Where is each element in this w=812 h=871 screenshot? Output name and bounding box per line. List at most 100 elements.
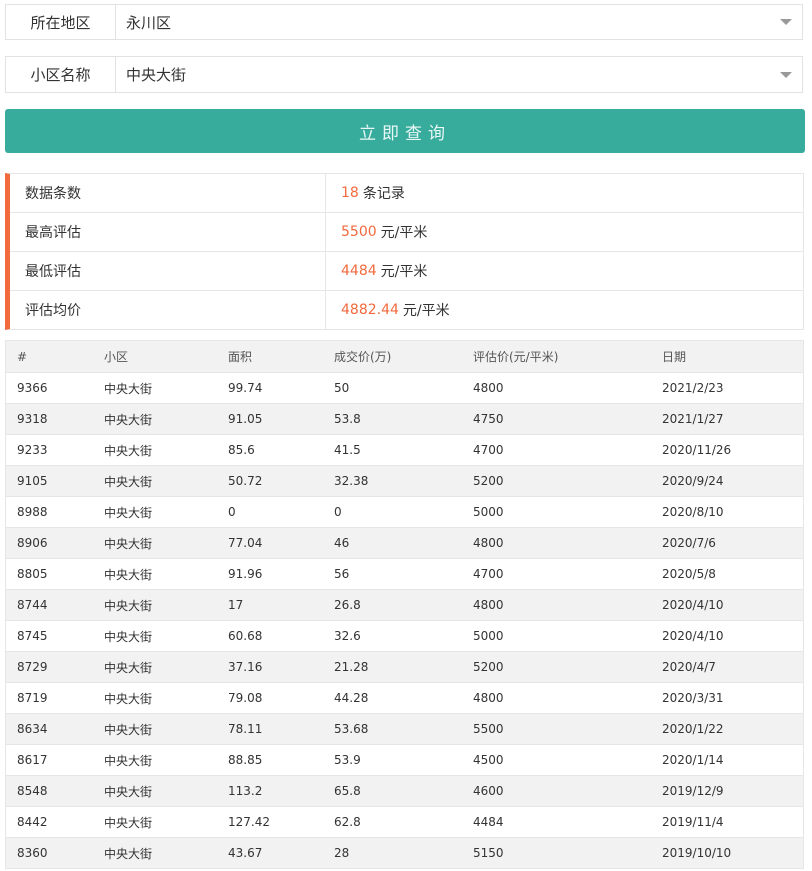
summary-value: 4484 元/平米 [326,252,803,290]
table-cell: 8744 [5,589,93,621]
table-cell: 8729 [5,651,93,683]
table-cell: 8988 [5,496,93,528]
table-cell: 8548 [5,775,93,807]
table-row: 8719 中央大街 79.08 44.28 4800 2020/3/31 [5,682,804,714]
district-select[interactable]: 所在地区 永川区 [5,4,803,40]
summary-unit: 条记录 [362,186,405,202]
table-cell: 中央大街 [93,682,217,714]
chevron-down-icon[interactable] [780,19,792,25]
table-cell: 4700 [462,558,651,590]
table-cell: 中央大街 [93,837,217,869]
table-cell: 91.96 [217,558,323,590]
table-cell: 8745 [5,620,93,652]
table-cell: 2020/1/14 [651,744,804,776]
column-header: 成交价(万) [323,340,462,373]
record-count: 18 [341,185,359,201]
column-header: # [5,340,93,373]
table-cell: 2021/2/23 [651,372,804,404]
summary-label: 评估均价 [10,291,326,329]
table-cell: 46 [323,527,462,559]
community-label: 小区名称 [6,57,116,92]
table-cell: 60.68 [217,620,323,652]
summary-value: 18 条记录 [326,174,803,212]
table-cell: 2020/4/10 [651,620,804,652]
table-cell: 8805 [5,558,93,590]
table-cell: 中央大街 [93,713,217,745]
summary-row-min: 最低评估 4484 元/平米 [10,252,803,291]
table-row: 8617 中央大街 88.85 53.9 4500 2020/1/14 [5,744,804,776]
table-cell: 50 [323,372,462,404]
table-row: 8988 中央大街 0 0 5000 2020/8/10 [5,496,804,528]
table-cell: 50.72 [217,465,323,497]
community-value[interactable]: 中央大街 [116,64,780,85]
table-row: 9233 中央大街 85.6 41.5 4700 2020/11/26 [5,434,804,466]
table-cell: 53.68 [323,713,462,745]
summary-label: 最高评估 [10,213,326,251]
column-header: 日期 [651,340,804,373]
records-table: # 小区 面积 成交价(万) 评估价(元/平米) 日期 9366 中央大街 99.7… [5,340,804,869]
chevron-down-icon[interactable] [780,71,792,78]
table-cell: 78.11 [217,713,323,745]
table-cell: 2020/1/22 [651,713,804,745]
table-cell: 中央大街 [93,403,217,435]
table-cell: 8360 [5,837,93,869]
table-cell: 5000 [462,496,651,528]
table-cell: 2020/4/10 [651,589,804,621]
summary-unit: 元/平米 [380,225,428,241]
table-cell: 2020/7/6 [651,527,804,559]
table-cell: 中央大街 [93,589,217,621]
table-row: 8906 中央大街 77.04 46 4800 2020/7/6 [5,527,804,559]
table-cell: 4800 [462,682,651,714]
table-cell: 2019/11/4 [651,806,804,838]
table-cell: 中央大街 [93,620,217,652]
table-cell: 65.8 [323,775,462,807]
table-cell: 88.85 [217,744,323,776]
table-row: 8805 中央大街 91.96 56 4700 2020/5/8 [5,558,804,590]
table-row: 8548 中央大街 113.2 65.8 4600 2019/12/9 [5,775,804,807]
table-cell: 99.74 [217,372,323,404]
table-cell: 5500 [462,713,651,745]
table-cell: 91.05 [217,403,323,435]
table-row: 9366 中央大街 99.74 50 4800 2021/2/23 [5,372,804,404]
table-cell: 2020/9/24 [651,465,804,497]
table-cell: 8906 [5,527,93,559]
table-cell: 43.67 [217,837,323,869]
max-estimate: 5500 [341,224,377,240]
table-row: 8634 中央大街 78.11 53.68 5500 2020/1/22 [5,713,804,745]
summary-unit: 元/平米 [380,264,428,280]
community-select[interactable]: 小区名称 中央大街 [5,56,803,93]
table-cell: 28 [323,837,462,869]
table-cell: 中央大街 [93,744,217,776]
table-cell: 4800 [462,372,651,404]
table-cell: 44.28 [323,682,462,714]
table-header-row: # 小区 面积 成交价(万) 评估价(元/平米) 日期 [5,340,804,373]
table-cell: 2021/1/27 [651,403,804,435]
table-cell: 2019/10/10 [651,837,804,869]
table-cell: 2019/12/9 [651,775,804,807]
summary-row-count: 数据条数 18 条记录 [10,174,803,213]
table-cell: 127.42 [217,806,323,838]
table-cell: 26.8 [323,589,462,621]
table-row: 8360 中央大街 43.67 28 5150 2019/10/10 [5,837,804,869]
table-cell: 2020/8/10 [651,496,804,528]
table-cell: 32.6 [323,620,462,652]
district-value[interactable]: 永川区 [116,12,780,33]
table-cell: 中央大街 [93,775,217,807]
summary-row-avg: 评估均价 4882.44 元/平米 [10,291,803,329]
table-cell: 8634 [5,713,93,745]
table-cell: 79.08 [217,682,323,714]
column-header: 面积 [217,340,323,373]
district-label: 所在地区 [6,5,116,39]
min-estimate: 4484 [341,263,377,279]
table-cell: 56 [323,558,462,590]
table-row: 8744 中央大街 17 26.8 4800 2020/4/10 [5,589,804,621]
table-cell: 62.8 [323,806,462,838]
avg-estimate: 4882.44 [341,302,399,318]
table-cell: 85.6 [217,434,323,466]
query-button[interactable]: 立即查询 [5,109,805,153]
table-cell: 4700 [462,434,651,466]
table-cell: 4800 [462,527,651,559]
table-cell: 17 [217,589,323,621]
table-cell: 中央大街 [93,806,217,838]
table-cell: 9366 [5,372,93,404]
